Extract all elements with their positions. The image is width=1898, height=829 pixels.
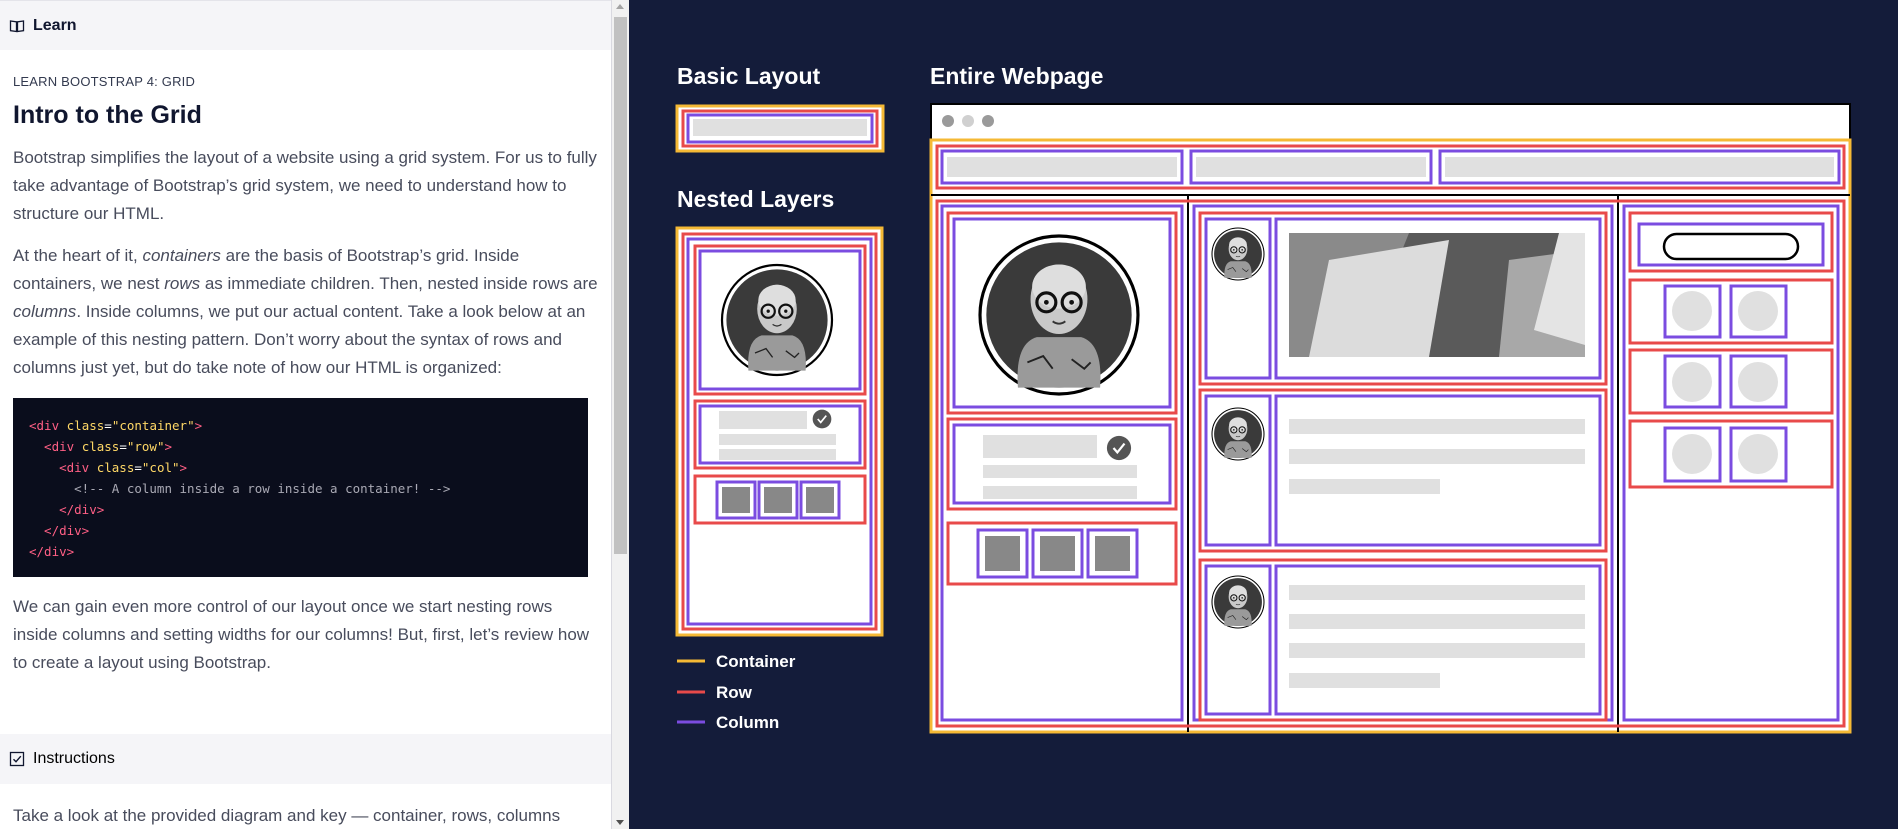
code-attr: class	[66, 418, 105, 433]
legend: Container Row Column	[677, 652, 796, 732]
code-tag: <div	[29, 418, 67, 433]
code-block: <div class="container"> <div class="row"…	[13, 398, 588, 577]
legend-column-label: Column	[716, 713, 779, 732]
nested-layers-title: Nested Layers	[677, 186, 834, 212]
code-eq: =	[134, 460, 142, 475]
learn-header-label: Learn	[33, 16, 77, 34]
entire-webpage-diagram	[929, 103, 1852, 734]
nesting-paragraph: At the heart of it, containers are the b…	[13, 242, 598, 382]
checkbox-icon	[9, 751, 25, 767]
nested-layers-diagram	[675, 226, 884, 637]
grid-diagram-svg: Basic Layout Nested Layers Entire Webpag…	[675, 63, 1852, 734]
grid-diagram: Basic Layout Nested Layers Entire Webpag…	[629, 0, 1898, 829]
code-line-4: <!-- A column inside a row inside a cont…	[29, 481, 451, 496]
lesson-content: LEARN BOOTSTRAP 4: GRID Intro to the Gri…	[0, 74, 611, 677]
code-line-7: </div>	[29, 544, 75, 559]
legend-row-label: Row	[716, 683, 753, 702]
scroll-up-icon[interactable]	[616, 4, 624, 9]
lesson-eyebrow: LEARN BOOTSTRAP 4: GRID	[13, 74, 196, 89]
legend-container-label: Container	[716, 652, 796, 671]
code-line-3: <div class="col">	[29, 457, 572, 478]
code-line-5: </div>	[29, 502, 105, 517]
browser-dot-icon	[962, 115, 974, 127]
panel-scrollbar[interactable]	[612, 0, 629, 829]
scroll-thumb[interactable]	[614, 17, 627, 554]
browser-dot-icon	[982, 115, 994, 127]
basic-layout-title: Basic Layout	[677, 63, 820, 89]
code-value: "col"	[141, 460, 180, 475]
code-tag: >	[194, 418, 203, 433]
code-line-1: <div class="container">	[29, 415, 572, 436]
text-span: At the heart of it,	[13, 246, 143, 265]
intro-paragraph: Bootstrap simplifies the layout of a web…	[13, 148, 597, 223]
learn-header[interactable]: Learn	[0, 0, 611, 50]
code-line-2: <div class="row">	[29, 436, 572, 457]
scroll-down-icon[interactable]	[616, 820, 624, 825]
code-eq: =	[104, 418, 112, 433]
code-tag: >	[164, 439, 173, 454]
code-value: "container"	[111, 418, 195, 433]
code-attr: class	[81, 439, 120, 454]
code-value: "row"	[126, 439, 165, 454]
text-span: . Inside columns, we put our actual cont…	[13, 302, 586, 377]
instructions-label: Instructions	[33, 750, 115, 767]
code-tag: >	[179, 460, 188, 475]
text-span: as immediate children. Then, nested insi…	[200, 274, 598, 293]
code-tag: <div	[29, 460, 97, 475]
columns-term: columns	[13, 302, 77, 321]
instructions-text: Take a look at the provided diagram and …	[13, 806, 561, 825]
search-pill	[1662, 232, 1800, 261]
code-line-6: </div>	[29, 523, 90, 538]
learn-panel: Learn LEARN BOOTSTRAP 4: GRID Intro to t…	[0, 0, 612, 829]
containers-term: containers	[142, 246, 221, 265]
code-tag: <div	[29, 439, 82, 454]
entire-webpage-title: Entire Webpage	[930, 63, 1103, 89]
code-eq: =	[119, 439, 127, 454]
basic-layout-diagram	[675, 104, 885, 153]
rows-term: rows	[164, 274, 201, 293]
instructions-header[interactable]: Instructions	[0, 734, 611, 784]
browser-dot-icon	[942, 115, 954, 127]
lesson-title: Intro to the Grid	[13, 101, 202, 129]
code-attr: class	[96, 460, 135, 475]
book-icon	[9, 19, 25, 32]
closing-paragraph: We can gain even more control of our lay…	[13, 597, 590, 672]
